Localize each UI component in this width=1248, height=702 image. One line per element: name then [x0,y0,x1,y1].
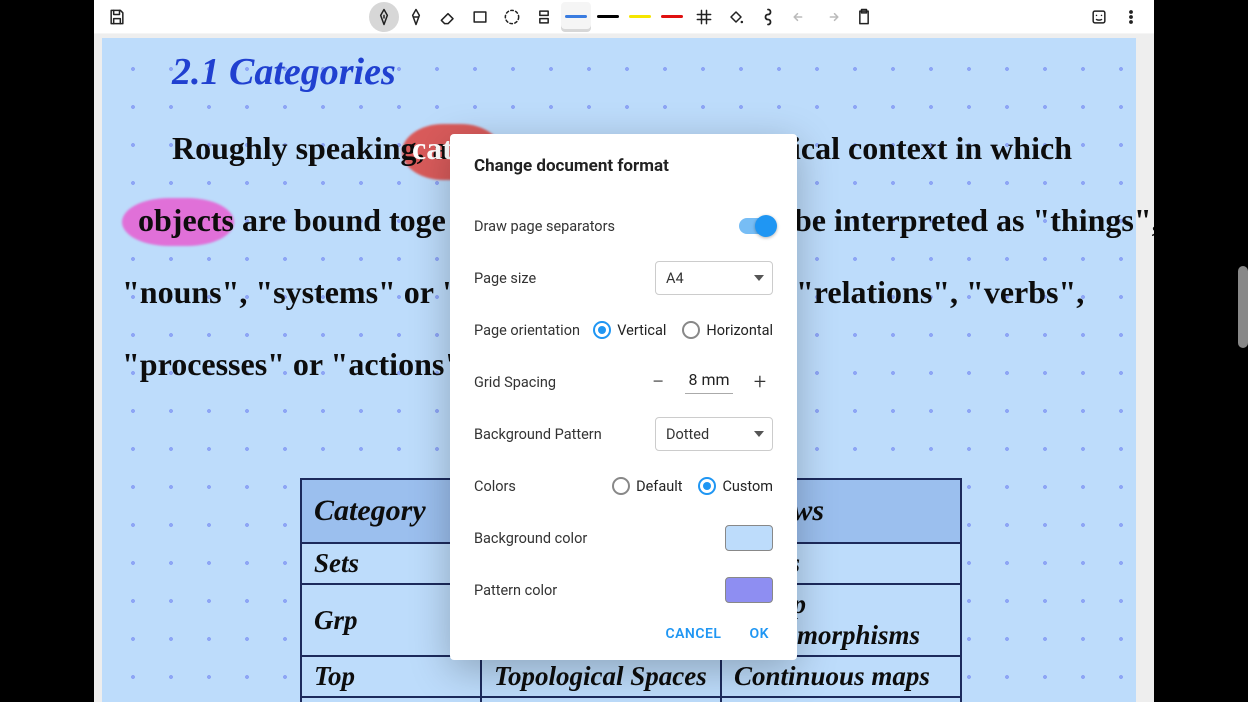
color-black-swatch[interactable] [593,2,623,32]
orientation-vertical-radio[interactable]: Vertical [593,321,666,339]
document-format-dialog: Change document format Draw page separat… [450,134,797,660]
dialog-title: Change document format [474,156,773,176]
more-icon[interactable] [1116,2,1146,32]
grid-icon[interactable] [689,2,719,32]
chevron-down-icon [754,275,764,281]
align-tool-icon[interactable] [529,2,559,32]
r4c3: Linear maps [721,697,961,702]
undo-icon[interactable] [785,2,815,32]
bg-color-picker[interactable] [725,525,773,551]
color-blue-swatch[interactable] [561,2,591,32]
line1a: Roughly speaking, a [172,130,449,167]
bg-pattern-label: Background Pattern [474,426,602,443]
line4a: "processes" or "actions" b [122,346,488,383]
r3c2: Topological Spaces [481,656,721,697]
line3b: "relations", "verbs", [796,274,1084,311]
highlighter-tool-icon[interactable] [401,2,431,32]
lasso-tool-icon[interactable] [497,2,527,32]
line2b: be interpreted as "things", [794,202,1154,239]
toolbar [94,0,1154,34]
cancel-button[interactable]: CANCEL [665,626,721,642]
page-size-select[interactable]: A4 [655,261,773,295]
page-size-value: A4 [666,270,684,287]
redo-icon[interactable] [817,2,847,32]
fill-icon[interactable] [721,2,751,32]
grid-spacing-label: Grid Spacing [474,374,556,391]
r3c3: Continuous maps [721,656,961,697]
line2a: are bound toge [242,202,446,239]
bg-pattern-value: Dotted [666,426,709,443]
rectangle-tool-icon[interactable] [465,2,495,32]
eraser-tool-icon[interactable] [433,2,463,32]
color-yellow-swatch[interactable] [625,2,655,32]
pen-tool-icon[interactable] [369,2,399,32]
colors-label: Colors [474,478,516,495]
grid-decrease-button[interactable]: − [645,369,671,395]
r3c1: Top [301,656,481,697]
colors-default-radio[interactable]: Default [612,477,682,495]
bg-pattern-select[interactable]: Dotted [655,417,773,451]
r4c1: Vect [301,697,481,702]
note-icon[interactable] [1084,2,1114,32]
r4c2: Vector Spaces [481,697,721,702]
orientation-horizontal-radio[interactable]: Horizontal [682,321,773,339]
orientation-label: Page orientation [474,322,580,339]
colors-custom-radio[interactable]: Custom [698,477,773,495]
line1-word: cat [412,130,453,167]
line2-hl: objects [138,202,234,239]
save-icon[interactable] [102,2,132,32]
chevron-down-icon [754,431,764,437]
grid-value: 8 mm [685,370,733,394]
viewport[interactable]: 2.1 Categories Roughly speaking, a cat i… [94,34,1154,702]
pattern-color-label: Pattern color [474,582,557,599]
line1b: ical context in which [792,130,1072,167]
grid-increase-button[interactable]: + [747,369,773,395]
app-window: 2.1 Categories Roughly speaking, a cat i… [94,0,1154,702]
page-size-label: Page size [474,270,536,287]
ok-button[interactable]: OK [749,626,769,642]
clipboard-icon[interactable] [849,2,879,32]
heading-text: 2.1 Categories [172,50,396,94]
color-red-swatch[interactable] [657,2,687,32]
stroke-width-icon[interactable] [753,2,783,32]
pattern-color-picker[interactable] [725,577,773,603]
separators-label: Draw page separators [474,218,615,235]
scrollbar-thumb[interactable] [1238,266,1248,348]
bg-color-label: Background color [474,530,587,547]
separators-switch[interactable] [739,218,773,234]
